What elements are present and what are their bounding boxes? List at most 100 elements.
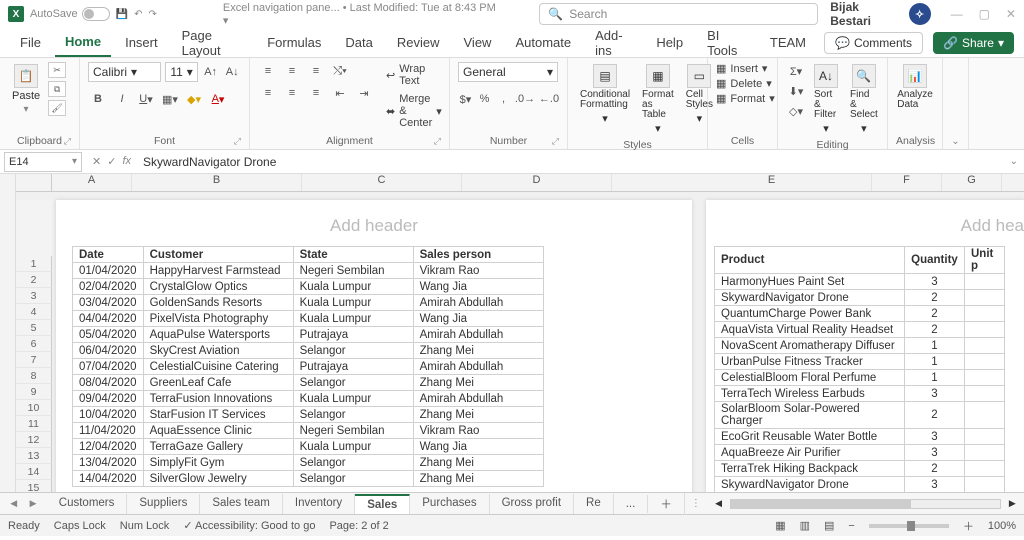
sheet-tab-sales[interactable]: Sales [355,494,410,514]
row-9[interactable]: 9 [16,384,52,400]
merge-center-button[interactable]: ⬌ Merge & Center ▾ [384,92,444,130]
cell[interactable]: HappyHarvest Farmstead [143,263,293,279]
header-cell[interactable]: Customer [143,247,293,263]
table-row[interactable]: 04/04/2020PixelVista PhotographyKuala Lu… [73,311,544,327]
tab-insert[interactable]: Insert [115,29,168,56]
table-row[interactable]: 03/04/2020GoldenSands ResortsKuala Lumpu… [73,295,544,311]
cell[interactable]: 3 [905,445,965,461]
user-account[interactable]: Bijak Bestari ✧ [830,0,930,28]
ribbon-options-icon[interactable]: ⌄ [951,136,960,147]
row-15[interactable]: 15 [16,480,52,492]
sheet-tab-re[interactable]: Re [574,494,614,514]
align-bottom-icon[interactable]: ≡ [306,62,326,80]
italic-icon[interactable]: I [112,90,132,108]
cell[interactable]: TerraTech Wireless Earbuds [715,386,905,402]
cell[interactable] [965,386,1005,402]
borders-icon[interactable]: ▦▾ [160,90,180,108]
tab-view[interactable]: View [454,29,502,56]
search-box[interactable]: 🔍 Search [539,3,818,25]
cell[interactable]: Amirah Abdullah [413,359,543,375]
fx-icon[interactable]: fx [122,155,131,168]
row-2[interactable]: 2 [16,272,52,288]
table-row[interactable]: SkywardNavigator Drone3 [715,477,1005,493]
status-accessibility[interactable]: ✓ Accessibility: Good to go [183,519,315,532]
decrease-font-icon[interactable]: A↓ [223,63,241,81]
insert-cells-button[interactable]: ▦ Insert ▾ [716,62,769,75]
table-row[interactable]: TerraTrek Hiking Backpack2 [715,461,1005,477]
cell[interactable]: 1 [905,338,965,354]
cell[interactable]: CelestialBloom Floral Perfume [715,370,905,386]
share-button[interactable]: 🔗 Share ▾ [933,32,1014,54]
cell[interactable]: 3 [905,477,965,493]
cell[interactable]: 09/04/2020 [73,391,144,407]
row-4[interactable]: 4 [16,304,52,320]
comma-format-icon[interactable]: , [496,90,511,108]
format-cells-button[interactable]: ▦ Format ▾ [716,92,769,105]
toggle-off-icon[interactable] [82,7,110,21]
save-icon[interactable]: 💾 [116,9,128,20]
cell[interactable]: Kuala Lumpur [293,295,413,311]
cell[interactable]: HarmonyHues Paint Set [715,274,905,290]
cell[interactable]: EcoGrit Reusable Water Bottle [715,429,905,445]
cell[interactable]: QuantumCharge Power Bank [715,306,905,322]
cell[interactable]: 06/04/2020 [73,343,144,359]
cell[interactable]: 1 [905,354,965,370]
cancel-formula-icon[interactable]: ✕ [92,155,101,168]
row-12[interactable]: 12 [16,432,52,448]
row-3[interactable]: 3 [16,288,52,304]
table-row[interactable]: NovaScent Aromatherapy Diffuser1 [715,338,1005,354]
cell[interactable]: Wang Jia [413,279,543,295]
table-row[interactable]: 02/04/2020CrystalGlow OpticsKuala Lumpur… [73,279,544,295]
cell[interactable] [965,445,1005,461]
decrease-decimal-icon[interactable]: ←.0 [539,90,559,108]
autosave-toggle[interactable]: AutoSave [30,7,110,21]
tab-review[interactable]: Review [387,29,450,56]
cell[interactable]: Selangor [293,343,413,359]
add-header-right[interactable]: Add hea [706,200,1024,246]
sort-filter-button[interactable]: A↓Sort & Filter▾ [810,62,842,137]
table-row[interactable]: TerraTech Wireless Earbuds3 [715,386,1005,402]
table-row[interactable]: AquaVista Virtual Reality Headset2 [715,322,1005,338]
cell[interactable]: 3 [905,274,965,290]
row-14[interactable]: 14 [16,464,52,480]
cut-icon[interactable]: ✂ [48,62,66,78]
underline-icon[interactable]: U▾ [136,90,156,108]
minimize-icon[interactable]: — [951,7,963,21]
products-table[interactable]: ProductQuantityUnit pHarmonyHues Paint S… [714,246,1005,492]
font-size-select[interactable]: 11 ▾ [165,62,198,82]
cell[interactable]: Selangor [293,375,413,391]
table-row[interactable]: CelestialBloom Floral Perfume1 [715,370,1005,386]
cell[interactable]: 2 [905,402,965,429]
cell[interactable]: AquaEssence Clinic [143,423,293,439]
cell[interactable]: 03/04/2020 [73,295,144,311]
cell[interactable]: Zhang Mei [413,375,543,391]
col-E[interactable]: E [672,174,872,191]
cell[interactable]: 12/04/2020 [73,439,144,455]
cell[interactable]: Kuala Lumpur [293,391,413,407]
clear-icon[interactable]: ◇▾ [786,102,806,120]
cell[interactable]: AquaPulse Watersports [143,327,293,343]
cell[interactable]: SkywardNavigator Drone [715,477,905,493]
sheet-prev-icon[interactable]: ◄ [8,498,19,510]
zoom-level[interactable]: 100% [988,520,1016,532]
cell[interactable]: 05/04/2020 [73,327,144,343]
col-B[interactable]: B [132,174,302,191]
cell[interactable]: Selangor [293,407,413,423]
cell[interactable]: 3 [905,386,965,402]
bold-icon[interactable]: B [88,90,108,108]
row-10[interactable]: 10 [16,400,52,416]
cell[interactable]: Amirah Abdullah [413,391,543,407]
increase-indent-icon[interactable]: ⇥ [354,84,374,102]
cell[interactable]: Zhang Mei [413,455,543,471]
zoom-out-icon[interactable]: − [848,520,854,532]
cell[interactable] [965,306,1005,322]
wrap-text-button[interactable]: ↩ Wrap Text [384,62,444,88]
col-D[interactable]: D [462,174,612,191]
cell[interactable]: 11/04/2020 [73,423,144,439]
table-row[interactable]: 06/04/2020SkyCrest AviationSelangorZhang… [73,343,544,359]
row-13[interactable]: 13 [16,448,52,464]
row-7[interactable]: 7 [16,352,52,368]
tab-help[interactable]: Help [646,29,693,56]
cell[interactable]: TerraGaze Gallery [143,439,293,455]
cell[interactable]: Kuala Lumpur [293,279,413,295]
